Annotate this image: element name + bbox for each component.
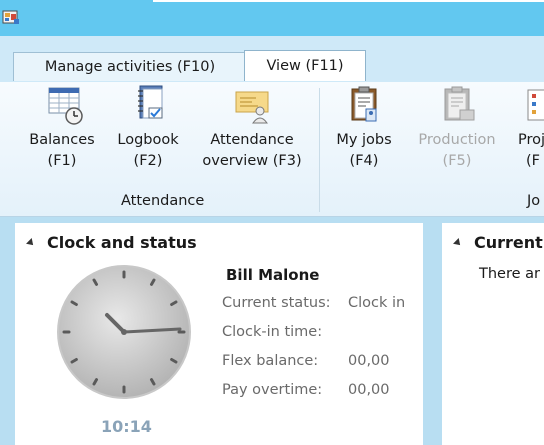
group-label-jobs: Jo [527,193,541,209]
field-pay-overtime: Pay overtime: 00,00 [222,382,390,398]
collapse-triangle-icon [453,238,463,248]
field-current-status: Current status: Clock in [222,295,405,311]
attendance-overview-icon [235,91,269,124]
logbook-icon [138,85,163,119]
production-label: Production [418,132,496,148]
title-bar [0,0,544,36]
user-name: Bill Malone [226,266,320,284]
projects-icon [527,89,544,121]
my-jobs-icon [351,86,377,122]
group-label-attendance: Attendance [121,193,205,209]
balances-shortcut: (F1) [47,153,77,169]
tab-manage-activities[interactable]: Manage activities (F10) [13,52,247,81]
group-separator [319,88,320,212]
field-label: Current status: [222,295,331,311]
logbook-button[interactable]: Logbook (F2) [110,82,186,172]
production-button[interactable]: Production (F5) [410,82,504,172]
field-label: Clock-in time: [222,324,323,340]
analog-clock-icon [57,265,191,399]
collapse-triangle-icon [26,238,36,248]
balances-label: Balances [29,132,95,148]
title-strip [153,0,544,2]
current-panel: Current There ar [442,223,544,445]
projects-shortcut: (F [526,153,540,169]
field-value: 00,00 [348,382,390,398]
current-title: Current [474,233,543,252]
field-label: Flex balance: [222,353,319,369]
current-header[interactable]: Current [453,233,543,252]
field-flex-balance: Flex balance: 00,00 [222,353,390,369]
attendance-overview-label: Attendance [210,132,294,148]
production-shortcut: (F5) [442,153,472,169]
field-label: Pay overtime: [222,382,323,398]
tab-view[interactable]: View (F11) [244,50,366,81]
field-value: Clock in [348,295,406,311]
field-clock-in-time: Clock-in time: [222,324,322,340]
projects-button[interactable]: Proj (F [514,82,544,172]
balances-button[interactable]: Balances (F1) [24,82,100,172]
attendance-overview-shortcut: overview (F3) [202,153,302,169]
clock-status-title: Clock and status [47,233,197,252]
ribbon-tabs: Manage activities (F10) View (F11) [0,36,544,83]
attendance-overview-button[interactable]: Attendance overview (F3) [196,82,308,172]
ribbon: Balances (F1) Logbook (F2) Attendance ov… [0,82,544,217]
balances-icon [48,87,83,125]
app-icon[interactable] [2,8,20,26]
projects-label: Proj [518,132,544,148]
logbook-label: Logbook [117,132,179,148]
field-value: 00,00 [348,353,390,369]
clock-status-panel: Clock and status 10:14 Bill Malone Curre… [15,223,423,445]
my-jobs-shortcut: (F4) [349,153,379,169]
logbook-shortcut: (F2) [133,153,163,169]
clock-status-header[interactable]: Clock and status [26,233,197,252]
production-icon [444,86,475,121]
my-jobs-button[interactable]: My jobs (F4) [328,82,400,172]
current-message: There ar [479,266,540,282]
workspace: Clock and status 10:14 Bill Malone Curre… [0,217,544,445]
my-jobs-label: My jobs [336,132,392,148]
clock-time: 10:14 [101,417,152,436]
